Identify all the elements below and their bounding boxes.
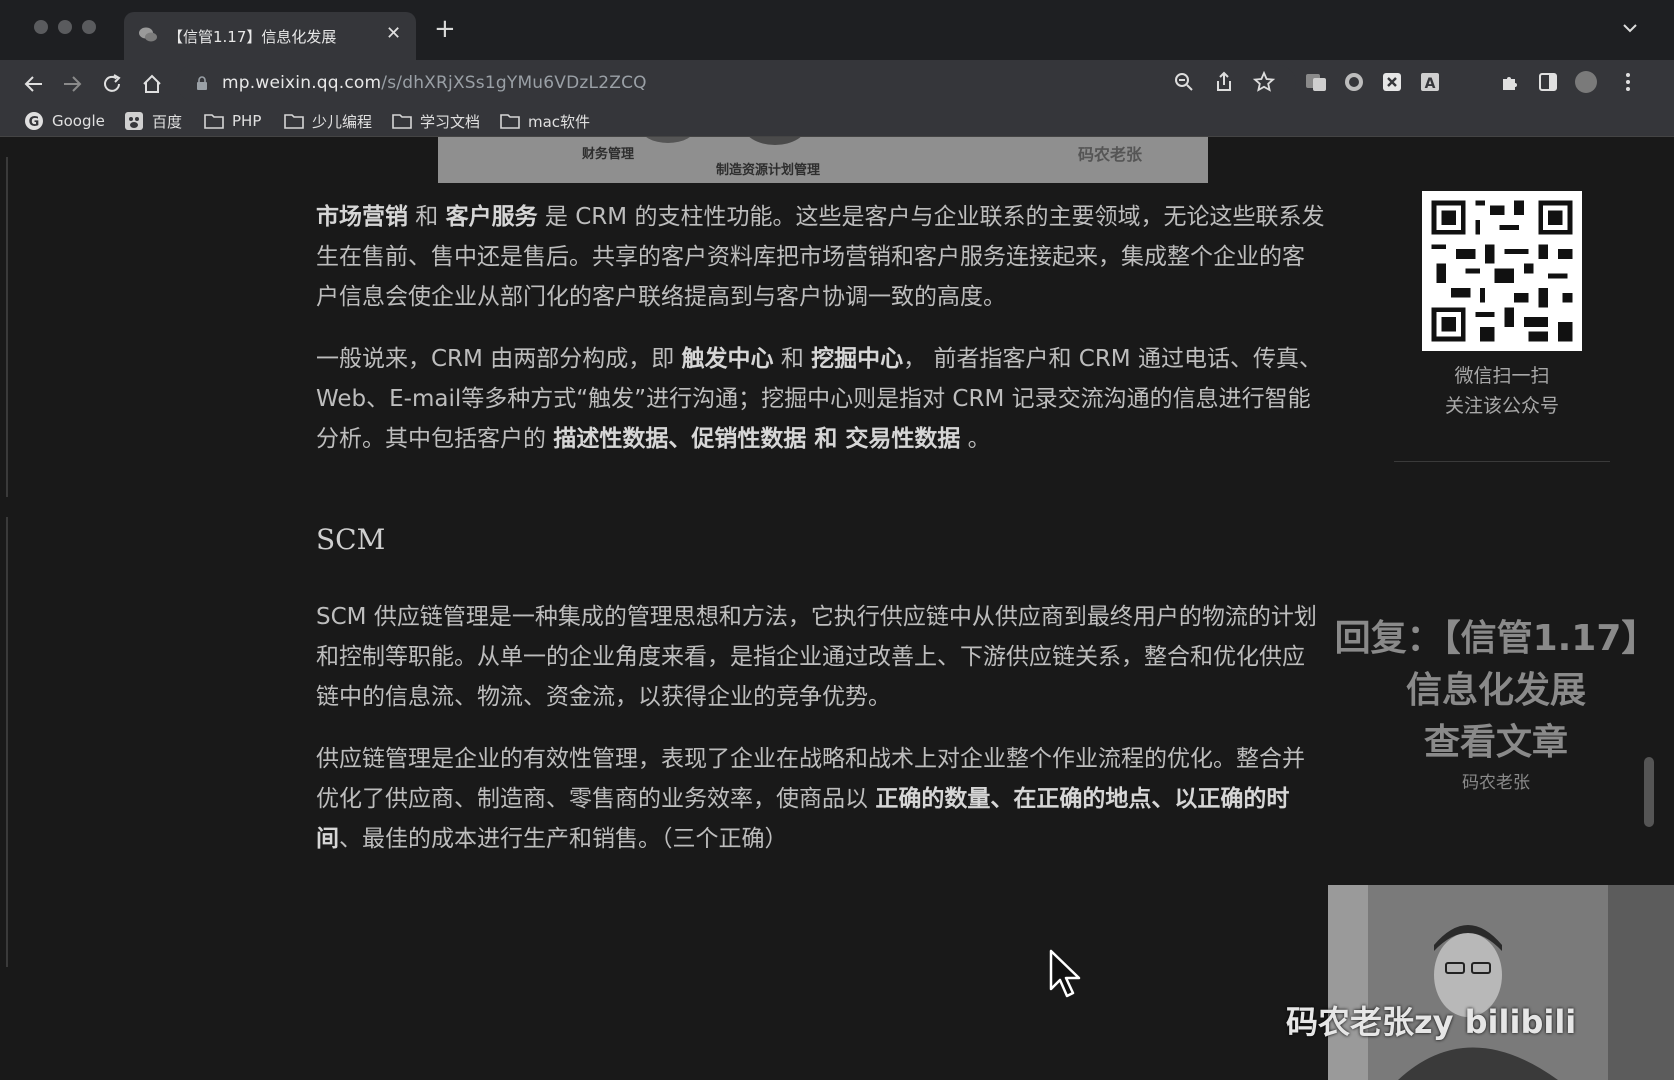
lock-icon[interactable] [196,76,208,90]
tab-strip: 【信管1.17】信息化发展 ✕ + [0,0,1674,60]
qr-caption-follow: 关注该公众号 [1444,395,1559,417]
text-run: 一般说来，CRM 由两部分构成，即 [316,346,682,372]
folder-icon [500,114,520,129]
font-extension-icon[interactable]: A [1418,70,1442,94]
url-text[interactable]: mp.weixin.qq.com/s/dhXRjXSs1gYMu6VDzL2ZC… [222,73,647,93]
toolbar: mp.weixin.qq.com/s/dhXRjXSs1gYMu6VDzL2ZC… [0,60,1674,106]
bookmark-label: 学习文档 [420,112,481,131]
paragraph-scm-definition: SCM 供应链管理是一种集成的管理思想和方法，它执行供应链中从供应商到最终用户的… [316,597,1326,717]
bookmark-label: 百度 [152,112,183,131]
diagram-circle-shape [749,137,801,145]
reload-icon[interactable] [100,72,124,96]
circle-extension-icon[interactable] [1342,70,1366,94]
bookmark-php[interactable]: PHP [204,110,261,132]
bookmark-docs[interactable]: 学习文档 [392,110,480,132]
svg-text:G: G [29,115,40,130]
paragraph-crm-functions: 市场营销 和 客户服务 是 CRM 的支柱性功能。这些是客户与企业联系的主要领域… [316,197,1326,317]
paragraph-crm-structure: 一般说来，CRM 由两部分构成，即 触发中心 和 挖掘中心， 前者指客户和 CR… [316,339,1326,459]
qr-caption-scan: 微信扫一扫 [1454,365,1550,387]
qr-code-image [1422,191,1582,351]
image-watermark: 码农老张 [1078,145,1143,164]
folder-icon [204,114,224,129]
back-icon[interactable] [22,72,46,96]
bold-text: 市场营销 [316,204,408,230]
bookmark-label: PHP [232,112,262,130]
browser-chrome: 【信管1.17】信息化发展 ✕ + mp.weixin.qq.com/s/dhX… [0,0,1674,137]
overlay-line-view: 查看文章 [1423,722,1568,763]
overlay-line-topic: 信息化发展 [1405,670,1586,711]
webcam-video [1328,885,1674,1080]
article-body-scm: SCM 供应链管理是一种集成的管理思想和方法，它执行供应链中从供应商到最终用户的… [316,597,1326,859]
tab-active[interactable]: 【信管1.17】信息化发展 ✕ [124,12,416,60]
bookmark-kids-coding[interactable]: 少儿编程 [284,110,372,132]
window-zoom-dot[interactable] [82,20,96,34]
url-host: mp.weixin.qq.com [222,73,382,93]
bold-text: 客户服务 [445,204,538,230]
x-extension-icon[interactable] [1380,70,1404,94]
left-edge-line [6,157,8,497]
image-label-finance: 财务管理 [582,147,635,162]
diagram-circle-shape [646,137,690,143]
google-icon: G [25,112,43,130]
url-path: /s/dhXRjXSs1gYMu6VDzL2ZCQ [381,73,647,93]
bold-text: 触发中心 [681,346,774,372]
baidu-icon [125,112,143,130]
share-icon[interactable] [1212,70,1236,94]
article-image-bottom: 财务管理 制造资源计划管理 码农老张 [438,137,1208,183]
wechat-icon [139,27,157,42]
left-edge-line [6,517,8,967]
tab-title: 【信管1.17】信息化发展 [168,28,337,46]
address-bar[interactable]: mp.weixin.qq.com/s/dhXRjXSs1gYMu6VDzL2ZC… [176,65,1296,101]
text-run: 和 [773,346,812,372]
side-panel-icon[interactable] [1536,70,1560,94]
menu-kebab-icon[interactable] [1616,70,1640,94]
text-run: 、最佳的成本进行生产和销售。（三个正确） [339,826,788,852]
tab-close-icon[interactable]: ✕ [386,23,401,44]
translate-extension-icon[interactable] [1304,70,1328,94]
image-label-mrp: 制造资源计划管理 [716,163,821,178]
section-heading-scm: SCM [316,523,386,556]
text-run: SCM 供应链管理是一种集成的管理思想和方法，它执行供应链中从供应商到最终用户的… [316,604,1317,710]
bookmarks-bar: G Google 百度 PHP 少儿编程 学习文档 mac软件 [0,106,1674,137]
profile-avatar-icon[interactable] [1574,70,1598,94]
paragraph-scm-effectiveness: 供应链管理是企业的有效性管理，表现了企业在战略和战术上对企业整个作业流程的优化。… [316,739,1326,859]
extensions-puzzle-icon[interactable] [1498,70,1522,94]
bookmark-baidu[interactable]: 百度 [124,110,182,132]
new-tab-icon[interactable]: + [434,16,456,42]
bookmark-label: mac软件 [528,112,591,131]
window-close-dot[interactable] [34,20,48,34]
bookmark-label: Google [52,112,105,130]
page-content: 财务管理 制造资源计划管理 码农老张 市场营销 和 客户服务 是 CRM 的支柱… [0,137,1674,1080]
home-icon[interactable] [140,72,164,96]
bookmark-google[interactable]: G Google [24,110,105,132]
text-run: 。 [960,426,991,452]
window-minimize-dot[interactable] [58,20,72,34]
overlay-line-reply: 回复：【信管1.17】 [1334,618,1658,659]
svg-text:A: A [1425,76,1436,92]
folder-icon [392,114,412,129]
zoom-icon[interactable] [1172,70,1196,94]
bookmark-star-icon[interactable] [1252,70,1276,94]
bookmark-label: 少儿编程 [312,112,373,131]
text-run: 和 [408,204,446,230]
folder-icon [284,114,304,129]
bilibili-watermark: 码农老张zy bilibili [1286,1003,1577,1041]
mouse-cursor-icon [1049,949,1081,998]
scrollbar-thumb[interactable] [1644,757,1654,827]
qr-code-card: 微信扫一扫 关注该公众号 [1394,191,1610,471]
article-body: 市场营销 和 客户服务 是 CRM 的支柱性功能。这些是客户与企业联系的主要领域… [316,183,1326,459]
bold-text: 挖掘中心 [811,346,904,372]
video-overlay-text: 回复：【信管1.17】 信息化发展 查看文章 码农老张 [1320,613,1672,797]
overlay-line-author: 码农老张 [1462,773,1530,793]
bold-text: 描述性数据、促销性数据 和 交易性数据 [553,426,961,452]
forward-icon[interactable] [60,72,84,96]
chevron-down-icon[interactable] [1620,18,1640,38]
bookmark-mac-software[interactable]: mac软件 [500,110,590,132]
webcam-person-image [1328,885,1674,1080]
sidebar-divider [1394,461,1610,462]
